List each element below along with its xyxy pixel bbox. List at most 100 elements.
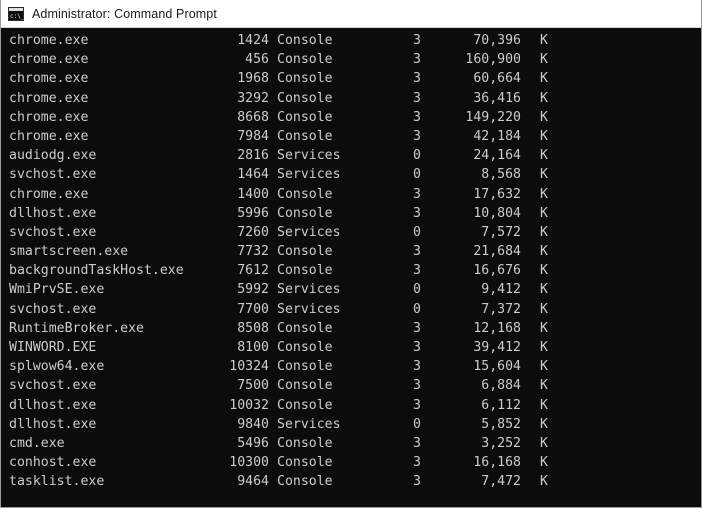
row-pid: 2816 bbox=[237, 148, 269, 164]
row-pid: 1424 bbox=[237, 33, 269, 48]
table-row: WINWORD.EXE 8100 Console 3 39,412 K bbox=[9, 338, 701, 357]
row-mem-unit: K bbox=[540, 52, 548, 68]
row-session: Console bbox=[277, 244, 333, 260]
row-mem-unit: K bbox=[540, 71, 548, 87]
row-mem-usage: 21,684 bbox=[473, 244, 521, 260]
row-pid: 10300 bbox=[229, 455, 269, 471]
row-session-num: 3 bbox=[413, 455, 421, 471]
row-mem-unit: K bbox=[540, 109, 548, 125]
row-mem-usage: 160,900 bbox=[465, 52, 521, 68]
row-session: Services bbox=[277, 301, 341, 317]
row-mem-usage: 17,632 bbox=[473, 186, 521, 202]
row-pid: 8508 bbox=[237, 320, 269, 336]
row-pid: 7984 bbox=[237, 128, 269, 144]
row-mem-unit: K bbox=[540, 359, 548, 375]
row-session: Console bbox=[277, 263, 333, 279]
row-mem-unit: K bbox=[540, 435, 548, 451]
row-session: Console bbox=[277, 205, 333, 221]
window-title: Administrator: Command Prompt bbox=[32, 6, 217, 21]
row-session: Console bbox=[277, 109, 333, 125]
row-image-name: chrome.exe bbox=[9, 109, 89, 125]
row-pid: 10324 bbox=[229, 359, 269, 375]
row-pid: 5996 bbox=[237, 205, 269, 221]
row-image-name: dllhost.exe bbox=[9, 397, 97, 413]
table-row: smartscreen.exe 7732 Console 3 21,684 K bbox=[9, 242, 701, 261]
row-session-num: 3 bbox=[413, 71, 421, 87]
row-session-num: 0 bbox=[413, 167, 421, 183]
row-image-name: splwow64.exe bbox=[9, 359, 105, 375]
row-session-num: 3 bbox=[413, 205, 421, 221]
row-mem-unit: K bbox=[540, 128, 548, 144]
row-pid: 7500 bbox=[237, 378, 269, 394]
table-row: tasklist.exe 9464 Console 3 7,472 K bbox=[9, 472, 701, 491]
table-row: chrome.exe 456 Console 3 160,900 K bbox=[9, 50, 701, 69]
row-pid: 7260 bbox=[237, 224, 269, 240]
row-image-name: svchost.exe bbox=[9, 378, 97, 394]
table-row: chrome.exe 1400 Console 3 17,632 K bbox=[9, 185, 701, 204]
row-pid: 1400 bbox=[237, 186, 269, 202]
row-image-name: WINWORD.EXE bbox=[9, 340, 97, 355]
row-session: Services bbox=[277, 167, 341, 183]
row-session: Services bbox=[277, 224, 341, 240]
row-session-num: 0 bbox=[413, 301, 421, 317]
row-mem-usage: 60,664 bbox=[473, 71, 521, 87]
row-session-num: 3 bbox=[413, 33, 421, 48]
command-prompt-window[interactable]: c:\_ Administrator: Command Prompt chrom… bbox=[0, 0, 702, 508]
row-image-name: cmd.exe bbox=[9, 435, 65, 451]
row-mem-unit: K bbox=[540, 186, 548, 202]
row-session-num: 3 bbox=[413, 397, 421, 413]
row-pid: 7612 bbox=[237, 263, 269, 279]
row-session: Services bbox=[277, 416, 341, 432]
row-pid: 9464 bbox=[237, 474, 269, 490]
row-mem-unit: K bbox=[540, 148, 548, 164]
row-session: Console bbox=[277, 359, 333, 375]
row-mem-unit: K bbox=[540, 244, 548, 260]
row-session: Console bbox=[277, 71, 333, 87]
row-session-num: 3 bbox=[413, 128, 421, 144]
row-session: Console bbox=[277, 128, 333, 144]
console-window-icon: c:\_ bbox=[8, 6, 25, 22]
row-mem-usage: 16,168 bbox=[473, 455, 521, 471]
row-session: Console bbox=[277, 186, 333, 202]
row-mem-usage: 5,852 bbox=[481, 416, 521, 432]
row-mem-usage: 6,112 bbox=[481, 397, 521, 413]
row-mem-unit: K bbox=[540, 205, 548, 221]
table-row: chrome.exe 3292 Console 3 36,416 K bbox=[9, 89, 701, 108]
row-pid: 456 bbox=[245, 52, 269, 68]
row-image-name: RuntimeBroker.exe bbox=[9, 320, 144, 336]
row-mem-usage: 70,396 bbox=[473, 33, 521, 48]
row-session-num: 3 bbox=[413, 90, 421, 106]
row-session-num: 3 bbox=[413, 378, 421, 394]
console-output-area[interactable]: chrome.exe 1424 Console 3 70,396 Kchrome.exe 4… bbox=[1, 28, 701, 507]
row-mem-unit: K bbox=[540, 455, 548, 471]
row-image-name: smartscreen.exe bbox=[9, 244, 129, 260]
row-session: Console bbox=[277, 33, 333, 48]
row-pid: 9840 bbox=[237, 416, 269, 432]
row-session-num: 3 bbox=[413, 52, 421, 68]
row-mem-usage: 7,572 bbox=[481, 224, 521, 240]
row-mem-usage: 7,472 bbox=[481, 474, 521, 490]
row-session-num: 0 bbox=[413, 416, 421, 432]
row-mem-usage: 15,604 bbox=[473, 359, 521, 375]
row-session-num: 3 bbox=[413, 244, 421, 260]
row-mem-usage: 149,220 bbox=[465, 109, 521, 125]
row-mem-usage: 8,568 bbox=[481, 167, 521, 183]
row-session-num: 3 bbox=[413, 435, 421, 451]
table-row: backgroundTaskHost.exe 7612 Console 3 16,676… bbox=[9, 261, 701, 280]
title-bar[interactable]: c:\_ Administrator: Command Prompt bbox=[1, 0, 701, 28]
row-session: Console bbox=[277, 52, 333, 68]
row-session: Console bbox=[277, 435, 333, 451]
table-row: svchost.exe 7260 Services 0 7,572 K bbox=[9, 223, 701, 242]
row-image-name: backgroundTaskHost.exe bbox=[9, 263, 184, 279]
row-session: Console bbox=[277, 90, 333, 106]
table-row: chrome.exe 8668 Console 3 149,220 K bbox=[9, 108, 701, 127]
row-pid: 10032 bbox=[229, 397, 269, 413]
row-pid: 5992 bbox=[237, 282, 269, 298]
table-row: cmd.exe 5496 Console 3 3,252 K bbox=[9, 434, 701, 453]
tasklist-output: chrome.exe 1424 Console 3 70,396 Kchrome.exe 4… bbox=[9, 31, 701, 492]
row-session: Console bbox=[277, 378, 333, 394]
row-image-name: dllhost.exe bbox=[9, 416, 97, 432]
table-row: svchost.exe 1464 Services 0 8,568 K bbox=[9, 165, 701, 184]
table-row: svchost.exe 7700 Services 0 7,372 K bbox=[9, 300, 701, 319]
row-image-name: tasklist.exe bbox=[9, 474, 105, 490]
